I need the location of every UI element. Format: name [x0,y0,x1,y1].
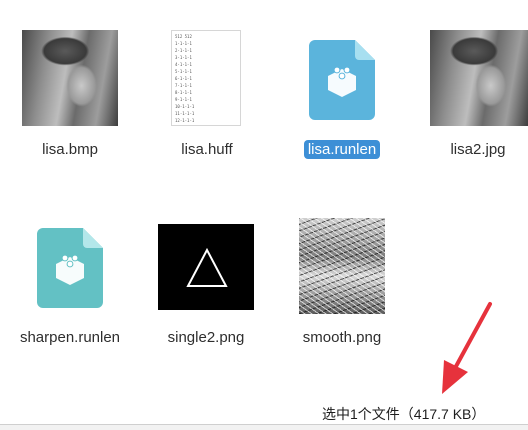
triangle-image-thumbnail [158,224,254,310]
preview-line: 2-1-1-1 [175,48,192,53]
status-bar-text: 选中1个文件（417.7 KB） [322,406,486,422]
generic-file-icon [309,40,375,120]
preview-line: 6-1-1-1 [175,76,192,81]
annotation-arrow-icon [442,302,492,394]
preview-line: 5-1-1-1 [175,69,192,74]
file-name: lisa.huff [181,141,233,158]
file-name: lisa.runlen [282,140,402,160]
file-item-lisa-bmp[interactable]: lisa.bmp [10,30,130,170]
preview-line: 10-1-1-1 [175,104,195,109]
window-bottom-edge [0,424,528,430]
preview-line: 3-1-1-1 [175,55,192,60]
file-item-single2-png[interactable]: single2.png [146,218,266,358]
image-thumbnail [22,30,118,126]
preview-line: 9-1-1-1 [175,97,192,102]
preview-line: 8-1-1-1 [175,90,192,95]
file-item-lisa-runlen[interactable]: lisa.runlen [282,30,402,170]
text-document-thumbnail: 512 512 1-1-1-1 2-1-1-1 3-1-1-1 4-1-1-1 … [171,30,241,126]
preview-line: 12-1-1-1 [175,118,195,123]
preview-line: 512 512 [175,34,192,39]
file-name: lisa2.jpg [450,141,506,158]
file-name: single2.png [167,329,245,346]
file-item-smooth-png[interactable]: smooth.png [282,218,402,358]
triangle-icon [186,247,228,287]
file-name: smooth.png [302,329,382,346]
image-thumbnail [299,218,385,314]
preview-line: 1-1-1-1 [175,41,192,46]
file-item-sharpen-runlen[interactable]: sharpen.runlen [10,218,130,358]
selected-file-label: lisa.runlen [303,140,381,159]
image-thumbnail [430,30,528,126]
generic-file-icon [37,228,103,308]
file-item-lisa-huff[interactable]: 512 512 1-1-1-1 2-1-1-1 3-1-1-1 4-1-1-1 … [147,30,267,170]
file-item-lisa2-jpg[interactable]: lisa2.jpg [418,30,528,170]
file-name: sharpen.runlen [19,329,121,346]
preview-line: 4-1-1-1 [175,62,192,67]
preview-line: 7-1-1-1 [175,83,192,88]
preview-line: 11-1-1-1 [175,111,195,116]
file-name: lisa.bmp [42,141,98,158]
